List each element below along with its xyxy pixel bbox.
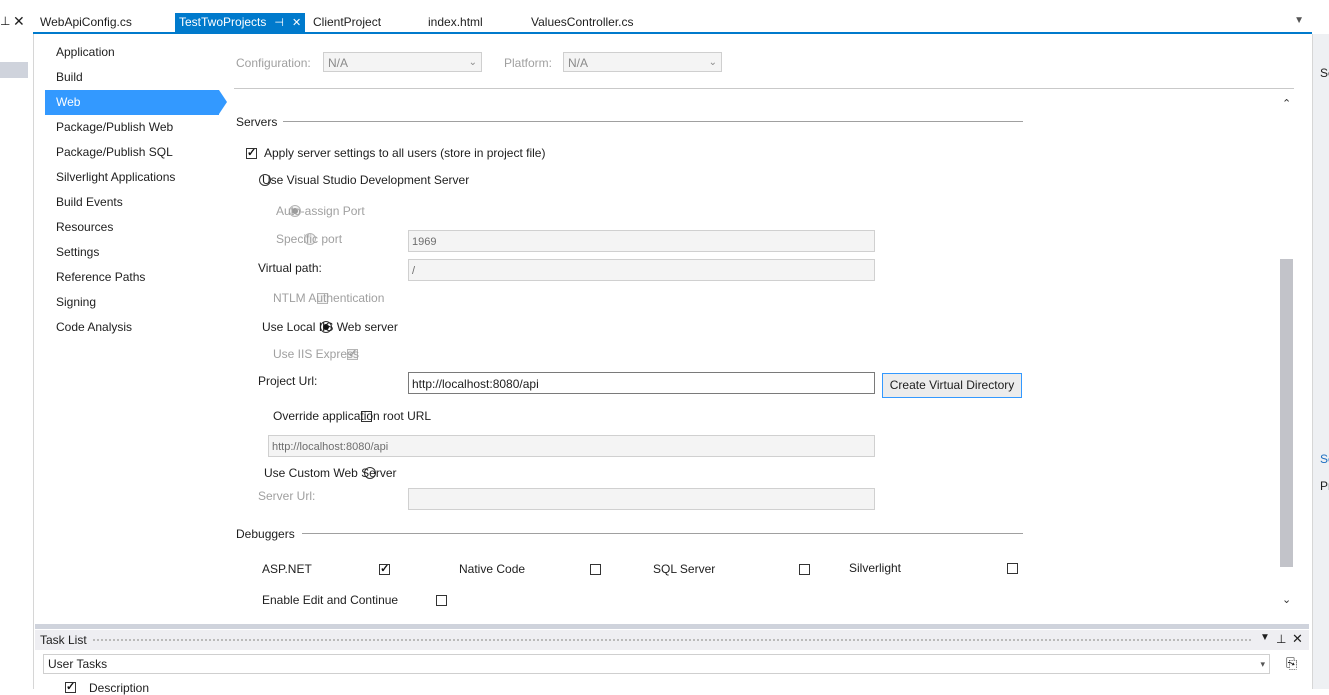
close-icon[interactable]: ✕ <box>13 13 25 30</box>
nav-item-web[interactable]: Web <box>45 90 227 115</box>
silverlight-label[interactable]: Silverlight <box>849 561 901 575</box>
tab-testtwoprojects[interactable]: TestTwoProjects ⊣ ✕ <box>175 13 306 33</box>
apply-all-label[interactable]: Apply server settings to all users (stor… <box>264 146 545 160</box>
pin-icon[interactable]: ⊥ <box>1276 632 1286 646</box>
project-url-input[interactable]: http://localhost:8080/api <box>408 372 875 394</box>
close-icon[interactable]: ✕ <box>1292 631 1303 647</box>
specific-port-label: Specific port <box>276 232 343 246</box>
native-code-label[interactable]: Native Code <box>459 562 525 576</box>
header-checkbox[interactable] <box>65 680 76 693</box>
task-filter-dropdown[interactable]: User Tasks ▾ <box>43 654 1270 674</box>
right-strip-label[interactable]: Se <box>1320 66 1329 80</box>
config-divider <box>234 88 1294 89</box>
right-strip-label[interactable]: Sc <box>1320 452 1329 466</box>
native-code-checkbox[interactable] <box>590 564 602 575</box>
scroll-up-icon[interactable]: ⌃ <box>1282 97 1291 110</box>
server-url-label: Server Url: <box>258 489 316 503</box>
apply-all-checkbox[interactable] <box>246 146 257 159</box>
tab-webapiconfig[interactable]: WebApiConfig.cs <box>40 13 132 32</box>
chevron-down-icon: ⌄ <box>468 57 477 68</box>
local-iis-label[interactable]: Use Local IIS Web server <box>262 320 398 334</box>
virtual-path-label: Virtual path: <box>258 261 322 275</box>
nav-item-signing[interactable]: Signing <box>45 290 220 315</box>
sql-server-checkbox[interactable] <box>798 564 810 575</box>
override-root-field[interactable]: http://localhost:8080/api <box>268 435 875 457</box>
pin-icon[interactable]: ⊣ <box>274 14 284 33</box>
specific-port-field[interactable]: 1969 <box>408 230 875 252</box>
server-url-field[interactable] <box>408 488 875 510</box>
debuggers-group-header: Debuggers <box>236 527 295 541</box>
vertical-scrollbar[interactable] <box>1278 95 1295 610</box>
create-virtual-directory-button[interactable]: Create Virtual Directory <box>882 373 1022 398</box>
tab-clientproject[interactable]: ClientProject <box>313 13 381 32</box>
silverlight-checkbox[interactable] <box>1007 563 1019 574</box>
servers-group-line <box>283 121 1023 122</box>
left-tool-strip <box>0 0 34 689</box>
task-list-grip[interactable] <box>92 638 1252 643</box>
tab-label: WebApiConfig.cs <box>40 15 132 29</box>
tab-overflow-dropdown-icon[interactable]: ▼ <box>1294 15 1304 26</box>
debuggers-group-line <box>302 533 1023 534</box>
auto-assign-port-label: Auto-assign Port <box>276 204 365 218</box>
configuration-value: N/A <box>328 56 349 70</box>
panel-splitter[interactable] <box>35 624 1309 629</box>
platform-dropdown[interactable]: N/A ⌄ <box>563 52 722 72</box>
tab-label: index.html <box>428 15 483 29</box>
nav-item-package-publish-web[interactable]: Package/Publish Web <box>45 115 220 140</box>
create-task-icon[interactable]: ⎘ <box>1286 655 1297 672</box>
nav-item-settings[interactable]: Settings <box>45 240 220 265</box>
configuration-dropdown[interactable]: N/A ⌄ <box>323 52 482 72</box>
close-icon[interactable]: ✕ <box>292 14 301 33</box>
platform-value: N/A <box>568 56 589 70</box>
nav-item-code-analysis[interactable]: Code Analysis <box>45 315 220 340</box>
right-strip-label[interactable]: Pr <box>1320 479 1329 493</box>
scroll-down-icon[interactable]: ⌄ <box>1282 593 1291 606</box>
nav-item-package-publish-sql[interactable]: Package/Publish SQL <box>45 140 220 165</box>
pin-icon[interactable]: ⊥ <box>0 14 10 28</box>
ntlm-label: NTLM Authentication <box>273 291 385 305</box>
sql-server-label[interactable]: SQL Server <box>653 562 715 576</box>
configuration-label: Configuration: <box>236 56 311 70</box>
iis-express-label: Use IIS Express <box>273 347 360 361</box>
task-filter-value: User Tasks <box>48 657 108 671</box>
chevron-down-icon: ⌄ <box>708 57 717 68</box>
task-list-header: Description <box>43 680 1270 695</box>
project-url-label: Project Url: <box>258 374 318 388</box>
virtual-path-field[interactable]: / <box>408 259 875 281</box>
property-page-nav: Application Build Web Package/Publish We… <box>45 40 227 340</box>
servers-group-header: Servers <box>236 115 278 129</box>
task-list-title: Task List <box>40 633 87 647</box>
platform-label: Platform: <box>504 56 553 70</box>
override-root-label[interactable]: Override application root URL <box>273 409 431 423</box>
nav-item-silverlight-applications[interactable]: Silverlight Applications <box>45 165 220 190</box>
chevron-down-icon: ▾ <box>1260 659 1265 669</box>
document-tab-bar: WebApiConfig.cs TestTwoProjects ⊣ ✕ Client… <box>33 0 1312 34</box>
nav-item-application[interactable]: Application <box>45 40 220 65</box>
nav-item-resources[interactable]: Resources <box>45 215 220 240</box>
tab-label: TestTwoProjects <box>179 15 267 29</box>
nav-item-build[interactable]: Build <box>45 65 220 90</box>
scrollbar-thumb[interactable] <box>1280 259 1293 567</box>
tab-label: ClientProject <box>313 15 382 29</box>
nav-item-reference-paths[interactable]: Reference Paths <box>45 265 220 290</box>
description-column-header[interactable]: Description <box>89 681 149 695</box>
tab-valuescontroller[interactable]: ValuesController.cs <box>531 13 634 32</box>
left-strip-highlight <box>0 62 28 78</box>
edit-continue-label[interactable]: Enable Edit and Continue <box>262 593 398 607</box>
custom-server-label[interactable]: Use Custom Web Server <box>264 466 397 480</box>
tab-label: ValuesController.cs <box>531 15 634 29</box>
window-position-dropdown-icon[interactable]: ▼ <box>1260 632 1270 643</box>
aspnet-label[interactable]: ASP.NET <box>262 562 312 576</box>
tab-index-html[interactable]: index.html <box>428 13 483 32</box>
aspnet-checkbox[interactable] <box>379 562 391 575</box>
vs-dev-server-label[interactable]: Use Visual Studio Development Server <box>262 173 469 187</box>
nav-item-build-events[interactable]: Build Events <box>45 190 220 215</box>
edit-continue-checkbox[interactable] <box>436 595 448 606</box>
tab-bar-accent-line <box>33 32 1312 34</box>
right-tool-strip: Se Sc Pr <box>1312 34 1329 689</box>
